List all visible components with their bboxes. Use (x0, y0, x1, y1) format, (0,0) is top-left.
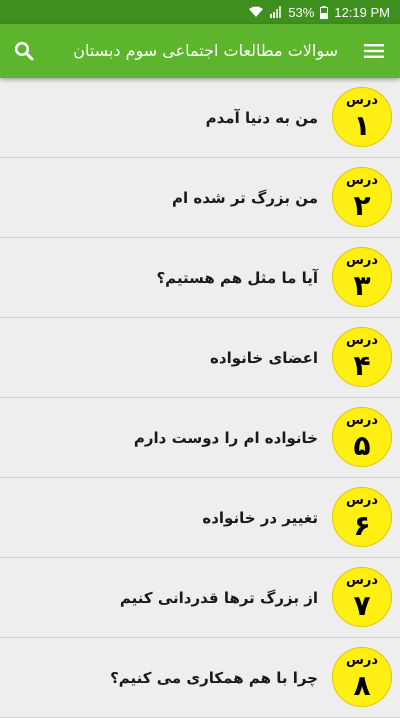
status-bar: 53% 12:19 PM (0, 0, 400, 24)
wifi-icon (248, 6, 264, 18)
lesson-number: ۱ (353, 109, 371, 142)
search-icon (14, 41, 34, 61)
lesson-row-4[interactable]: درس ۴ اعضای خانواده (0, 318, 400, 398)
lesson-word: درس (345, 253, 379, 268)
lesson-title: تغییر در خانواده (202, 509, 318, 527)
lesson-number: ۵ (353, 429, 371, 462)
lesson-row-1[interactable]: درس ۱ من به دنیا آمدم (0, 78, 400, 158)
lesson-badge: درس ۲ (332, 167, 392, 227)
lesson-number: ۳ (353, 269, 371, 302)
status-time: 12:19 PM (334, 4, 390, 20)
lesson-number: ۷ (353, 589, 371, 622)
lesson-badge: درس ۴ (332, 327, 392, 387)
menu-button[interactable] (360, 37, 388, 65)
app-title: سوالات مطالعات اجتماعی سوم دبستان (73, 41, 338, 60)
lesson-row-3[interactable]: درس ۳ آیا ما مثل هم هستیم؟ (0, 238, 400, 318)
signal-icon (270, 6, 282, 18)
lesson-row-2[interactable]: درس ۲ من بزرگ تر شده ام (0, 158, 400, 238)
lesson-row-5[interactable]: درس ۵ خانواده ام را دوست دارم (0, 398, 400, 478)
lesson-word: درس (345, 333, 379, 348)
hamburger-menu-icon (364, 44, 384, 58)
lesson-number: ۸ (353, 669, 371, 702)
lesson-row-7[interactable]: درس ۷ از بزرگ ترها قدردانی کنیم (0, 558, 400, 638)
lesson-badge: درس ۱ (332, 87, 392, 147)
lesson-title: آیا ما مثل هم هستیم؟ (156, 269, 318, 287)
lesson-badge: درس ۵ (332, 407, 392, 467)
lesson-word: درس (345, 93, 379, 108)
lesson-word: درس (345, 493, 379, 508)
lesson-number: ۴ (353, 349, 371, 382)
lesson-word: درس (345, 413, 379, 428)
lesson-number: ۶ (353, 509, 371, 542)
lesson-badge: درس ۷ (332, 567, 392, 627)
search-button[interactable] (10, 37, 38, 65)
lesson-title: از بزرگ ترها قدردانی کنیم (119, 589, 318, 607)
lesson-title: خانواده ام را دوست دارم (133, 429, 318, 447)
app-bar: سوالات مطالعات اجتماعی سوم دبستان (0, 24, 400, 78)
lesson-word: درس (345, 653, 379, 668)
lesson-title: چرا با هم همکاری می کنیم؟ (110, 669, 318, 687)
lesson-row-6[interactable]: درس ۶ تغییر در خانواده (0, 478, 400, 558)
lesson-row-8[interactable]: درس ۸ چرا با هم همکاری می کنیم؟ (0, 638, 400, 718)
lesson-title: من به دنیا آمدم (205, 109, 318, 127)
lesson-title: اعضای خانواده (210, 349, 318, 367)
battery-icon (320, 5, 329, 19)
lesson-number: ۲ (353, 189, 371, 222)
lesson-badge: درس ۳ (332, 247, 392, 307)
battery-percent: 53% (288, 4, 315, 20)
lesson-badge: درس ۶ (332, 487, 392, 547)
lesson-title: من بزرگ تر شده ام (171, 189, 318, 207)
lesson-badge: درس ۸ (332, 647, 392, 707)
lesson-word: درس (345, 173, 379, 188)
lesson-list: درس ۱ من به دنیا آمدم درس ۲ من بزرگ تر ش… (0, 78, 400, 718)
lesson-word: درس (345, 573, 379, 588)
